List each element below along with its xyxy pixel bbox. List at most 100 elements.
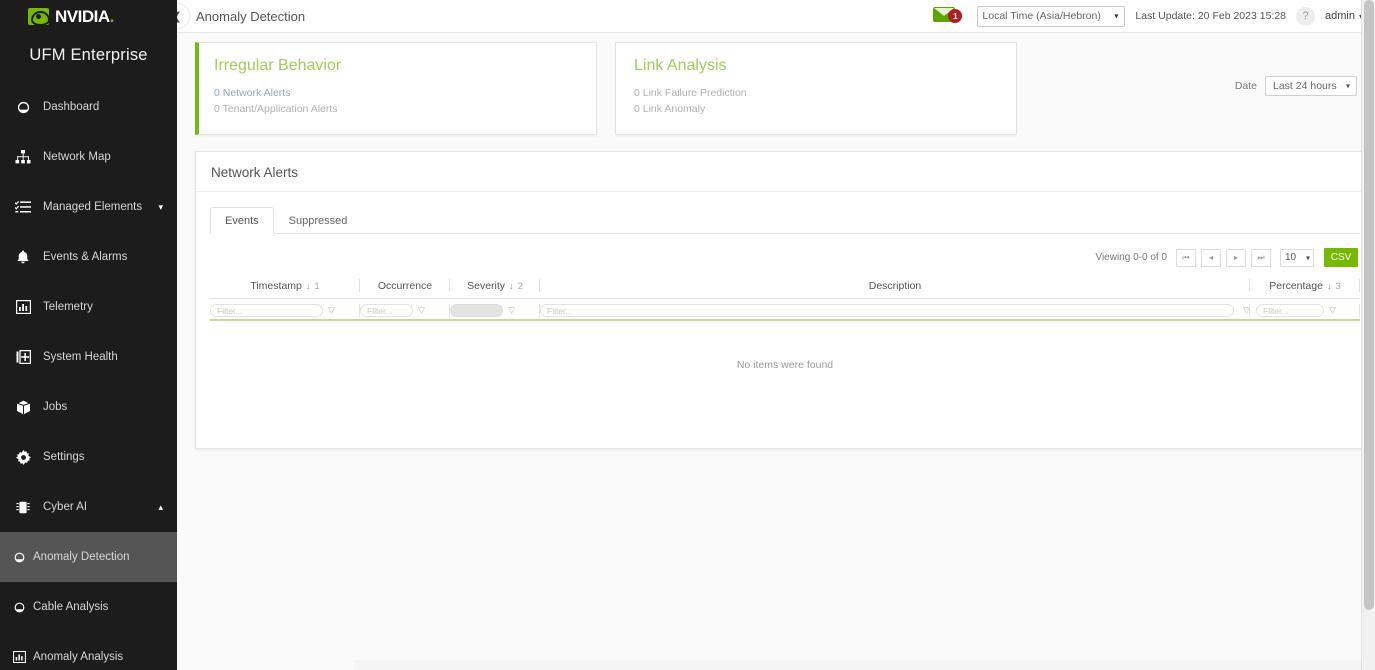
- sort-arrow-icon: ↓: [509, 281, 514, 291]
- gauge-icon: [12, 548, 27, 566]
- scrollbar-thumb[interactable]: [1364, 0, 1374, 610]
- table-filter-row: Filter... ▽ Filter... ▽ ▽: [210, 299, 1360, 321]
- card-title: Irregular Behavior: [214, 57, 596, 75]
- last-update-label: Last Update: 20 Feb 2023 15:28: [1135, 10, 1286, 22]
- filter-funnel-icon[interactable]: ▽: [1329, 305, 1336, 316]
- sidebar-item-label: Settings: [43, 451, 85, 463]
- table-header-row: Timestamp ↓ 1 Occurrence Severity ↓ 2: [210, 277, 1360, 299]
- sidebar-item-settings[interactable]: Settings: [0, 432, 177, 482]
- horizontal-scrollbar[interactable]: [354, 660, 1375, 670]
- sidebar-item-label: Anomaly Detection: [33, 551, 130, 563]
- topbar-right-group: 1 Local Time (Asia/Hebron) ▾ Last Update…: [933, 6, 1375, 27]
- content-region: Irregular Behavior 0 Network Alerts 0 Te…: [177, 33, 1375, 449]
- sidebar-item-anomaly-detection[interactable]: Anomaly Detection: [0, 532, 177, 582]
- page-size-value: 10: [1285, 252, 1296, 263]
- sidebar-item-label: System Health: [43, 351, 118, 363]
- box-icon: [12, 398, 34, 416]
- column-divider: [1359, 279, 1360, 292]
- column-header-description[interactable]: Description: [540, 279, 1250, 293]
- card-link-network-alerts[interactable]: 0 Network Alerts: [214, 85, 596, 101]
- sidebar-item-dashboard[interactable]: Dashboard: [0, 82, 177, 132]
- page-size-select[interactable]: 10 ▾: [1280, 249, 1314, 267]
- filter-input-timestamp[interactable]: Filter...: [210, 304, 323, 317]
- card-link-analysis[interactable]: Link Analysis 0 Link Failure Prediction …: [615, 42, 1017, 135]
- gauge-icon: [12, 598, 27, 616]
- column-label: Description: [869, 280, 922, 292]
- nvidia-eye-icon: [28, 8, 49, 25]
- export-csv-button[interactable]: CSV: [1324, 248, 1358, 267]
- sidebar-item-telemetry[interactable]: Telemetry: [0, 282, 177, 332]
- column-header-timestamp[interactable]: Timestamp ↓ 1: [210, 279, 360, 293]
- sort-arrow-icon: ↓: [1327, 281, 1332, 291]
- timezone-select[interactable]: Local Time (Asia/Hebron) ▾: [977, 6, 1125, 27]
- date-filter: Date Last 24 hours ▾: [1235, 76, 1357, 96]
- back-button[interactable]: ❮: [177, 4, 189, 28]
- card-line-link-failure-prediction: 0 Link Failure Prediction: [634, 85, 1016, 101]
- sidebar-item-label: Telemetry: [43, 301, 93, 313]
- sidebar-item-network-map[interactable]: Network Map: [0, 132, 177, 182]
- chevron-down-icon: ▾: [1306, 253, 1310, 262]
- main-area: ❮ Anomaly Detection 1 Local Time (Asia/H…: [177, 0, 1375, 670]
- notification-badge: 1: [948, 9, 962, 23]
- vertical-scrollbar[interactable]: [1361, 0, 1375, 670]
- column-header-occurrence[interactable]: Occurrence: [360, 279, 450, 293]
- last-page-button[interactable]: ⏭: [1251, 249, 1271, 267]
- sort-arrow-icon: ↓: [306, 281, 311, 291]
- filter-cell-occurrence: Filter... ▽: [360, 303, 450, 319]
- column-label: Occurrence: [378, 280, 432, 292]
- column-label: Severity: [467, 280, 505, 292]
- notifications-button[interactable]: 1: [933, 7, 967, 25]
- nvidia-wordmark: NVIDIA.: [55, 7, 114, 27]
- filter-funnel-icon[interactable]: ▽: [328, 305, 335, 316]
- help-button[interactable]: ?: [1296, 7, 1315, 26]
- chevron-down-icon[interactable]: ▾: [158, 202, 163, 213]
- sidebar-item-anomaly-analysis[interactable]: Anomaly Analysis: [0, 632, 177, 670]
- sidebar-item-label: Dashboard: [43, 101, 99, 113]
- timezone-value: Local Time (Asia/Hebron): [982, 10, 1100, 22]
- viewing-count: Viewing 0-0 of 0: [1095, 252, 1167, 263]
- sidebar-item-events-alarms[interactable]: Events & Alarms: [0, 232, 177, 282]
- filter-funnel-icon[interactable]: ▽: [508, 305, 515, 316]
- network-alerts-panel: Network Alerts Events Suppressed Viewing…: [195, 151, 1375, 449]
- column-header-severity[interactable]: Severity ↓ 2: [450, 279, 540, 293]
- filter-input-description[interactable]: Filter...: [540, 304, 1234, 317]
- sidebar-item-jobs[interactable]: Jobs: [0, 382, 177, 432]
- filter-select-severity[interactable]: [450, 304, 503, 317]
- card-irregular-behavior[interactable]: Irregular Behavior 0 Network Alerts 0 Te…: [195, 42, 597, 135]
- sidebar-item-label: Network Map: [43, 151, 111, 163]
- filter-cell-severity: ▽: [450, 303, 540, 319]
- empty-state-message: No items were found: [210, 321, 1360, 371]
- user-menu[interactable]: admin ▾: [1325, 10, 1363, 22]
- sidebar-item-cable-analysis[interactable]: Cable Analysis: [0, 582, 177, 632]
- next-page-button[interactable]: ▸: [1226, 249, 1246, 267]
- gauge-icon: [12, 98, 34, 116]
- tab-suppressed[interactable]: Suppressed: [274, 207, 363, 234]
- panel-tabs: Events Suppressed: [210, 206, 1360, 234]
- chevron-up-icon[interactable]: ▴: [158, 502, 163, 513]
- summary-cards: Irregular Behavior 0 Network Alerts 0 Te…: [177, 33, 1375, 135]
- tab-events[interactable]: Events: [210, 207, 274, 234]
- sidebar-item-system-health[interactable]: System Health: [0, 332, 177, 382]
- page-title: Anomaly Detection: [196, 9, 305, 24]
- previous-page-button[interactable]: ◂: [1201, 249, 1221, 267]
- filter-funnel-icon[interactable]: ▽: [418, 305, 425, 316]
- filter-cell-description: Filter... ▽: [540, 303, 1250, 319]
- sidebar-item-managed-elements[interactable]: Managed Elements ▾: [0, 182, 177, 232]
- table-toolbar: Viewing 0-0 of 0 ⏮ ◂ ▸ ⏭ 10 ▾ CSV: [196, 234, 1374, 267]
- panel-title: Network Alerts: [196, 152, 1374, 192]
- bar-chart-icon: [12, 648, 27, 666]
- sidebar: NVIDIA. UFM Enterprise Dashboard Network…: [0, 0, 177, 670]
- date-range-select[interactable]: Last 24 hours ▾: [1265, 76, 1357, 96]
- filter-input-percentage[interactable]: Filter...: [1256, 304, 1324, 317]
- column-divider: [1359, 304, 1360, 317]
- column-label: Timestamp: [250, 280, 302, 292]
- date-range-value: Last 24 hours: [1273, 80, 1337, 92]
- first-page-button[interactable]: ⏮: [1176, 249, 1196, 267]
- user-name: admin: [1325, 10, 1355, 22]
- sidebar-item-cyber-ai[interactable]: Cyber AI ▴: [0, 482, 177, 532]
- filter-input-occurrence[interactable]: Filter...: [360, 304, 413, 317]
- bar-chart-icon: [12, 298, 34, 316]
- card-title: Link Analysis: [634, 57, 1016, 75]
- column-header-percentage[interactable]: Percentage ↓ 3: [1250, 279, 1360, 293]
- gear-icon: [12, 448, 34, 466]
